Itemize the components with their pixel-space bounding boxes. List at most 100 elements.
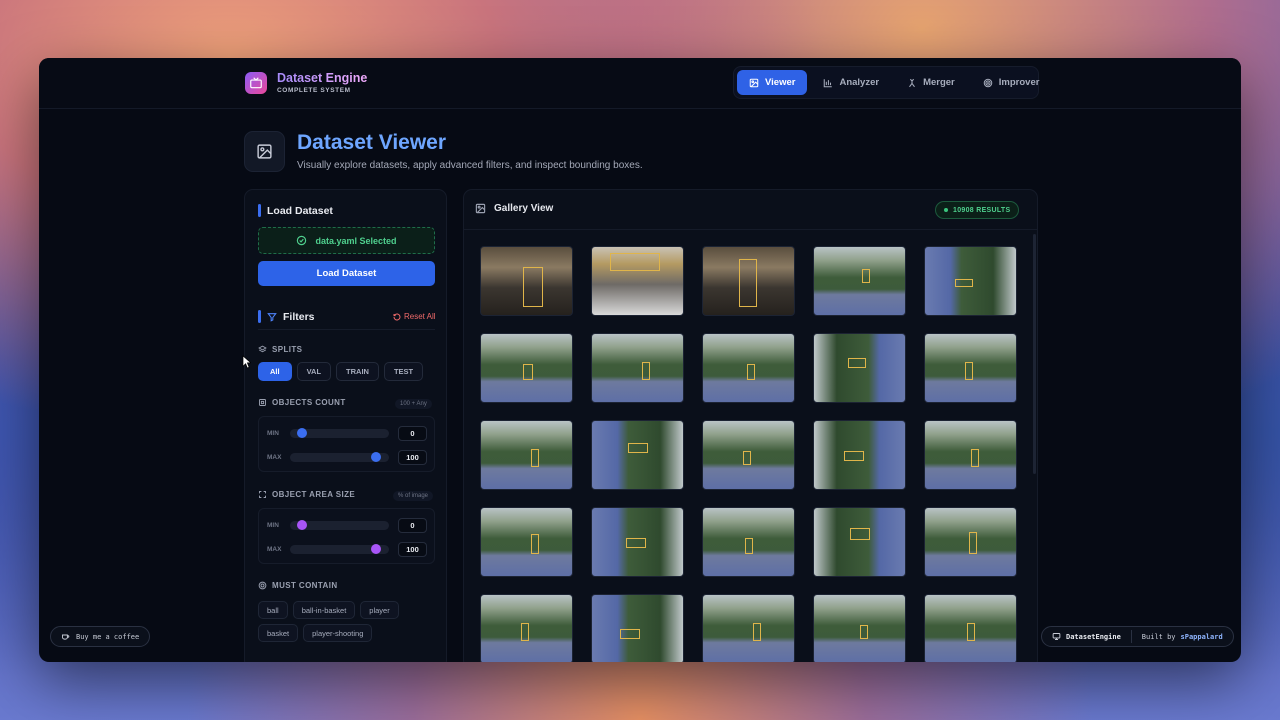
thumbnail[interactable] [480,507,573,577]
author-link[interactable]: sPappalard [1181,633,1223,641]
split-val-chip[interactable]: VAL [296,362,332,381]
thumbnail[interactable] [480,594,573,662]
thumbnail[interactable] [702,246,795,316]
top-bar: Dataset Engine COMPLETE SYSTEM Viewer An… [39,58,1241,109]
class-tag[interactable]: basket [258,624,299,642]
tab-viewer-label: Viewer [765,77,796,88]
tab-analyzer[interactable]: Analyzer [811,70,891,95]
objects-max-slider[interactable] [290,451,389,462]
slider-handle[interactable] [371,543,381,554]
thumbnail[interactable] [591,246,684,316]
slider-handle[interactable] [371,451,381,462]
target-icon [983,78,993,87]
app-name-link[interactable]: DatasetEngine [1042,626,1131,647]
objects-min-slider[interactable] [290,427,389,438]
filter-icon [267,312,277,322]
thumbnail[interactable] [702,420,795,490]
thumbnail[interactable] [702,594,795,662]
area-min-input[interactable]: 0 [398,517,427,533]
thumbnail[interactable] [924,420,1017,490]
thumbnail[interactable] [924,246,1017,316]
accent-bar [258,310,261,323]
tab-merger-label: Merger [923,77,955,88]
object-area-label: OBJECT AREA SIZE [258,490,355,499]
area-max-slider[interactable] [290,543,389,554]
load-dataset-title: Load Dataset [267,204,333,217]
thumbnail[interactable] [480,246,573,316]
buy-coffee-button[interactable]: Buy me a coffee [50,626,151,647]
splits-selector: All VAL TRAIN TEST [258,362,424,381]
page-title: Dataset Viewer [297,131,447,154]
class-tag[interactable]: ball-in-basket [292,601,356,619]
thumbnail[interactable] [813,507,906,577]
buy-coffee-label: Buy me a coffee [76,632,140,641]
objects-min-input[interactable]: 0 [398,425,427,441]
gallery-scrollbar[interactable] [1033,234,1036,474]
thumbnail[interactable] [813,594,906,662]
target-icon [258,581,267,590]
tab-analyzer-label: Analyzer [839,77,880,88]
objects-max-input[interactable]: 100 [398,449,427,465]
tab-improver[interactable]: Improver [971,70,1052,95]
class-tag[interactable]: ball [258,601,288,619]
class-tags: ball ball-in-basket player basket player… [258,601,438,642]
class-tag[interactable]: player-shooting [303,624,373,642]
app-window: Dataset Engine COMPLETE SYSTEM Viewer An… [39,58,1241,662]
split-test-chip[interactable]: TEST [383,362,424,381]
must-contain-label: MUST CONTAIN [258,581,338,590]
objects-count-label: OBJECTS COUNT [258,398,346,407]
area-max-input[interactable]: 100 [398,541,427,557]
thumbnail[interactable] [813,246,906,316]
divider [258,329,435,330]
box-icon [259,399,266,406]
brand-subtitle: COMPLETE SYSTEM [277,87,351,94]
thumbnail[interactable] [591,333,684,403]
thumbnail[interactable] [702,333,795,403]
tab-improver-label: Improver [998,77,1040,88]
class-tag[interactable]: player [360,601,399,619]
min-label: MIN [267,429,279,437]
built-by-label: Built by [1141,632,1176,641]
thumbnail[interactable] [813,420,906,490]
thumbnail[interactable] [591,420,684,490]
thumbnail[interactable] [813,333,906,403]
max-label: MAX [267,453,282,461]
object-area-range: MIN 0 MAX 100 [258,508,435,564]
object-area-hint: % of image [393,491,434,501]
check-circle-icon [297,235,307,246]
brand[interactable]: Dataset Engine COMPLETE SYSTEM [245,71,367,94]
selected-file-label: data.yaml Selected [315,235,397,246]
thumbnail[interactable] [591,594,684,662]
thumbnail[interactable] [924,333,1017,403]
brand-title: Dataset Engine [277,71,368,85]
thumbnail[interactable] [924,594,1017,662]
splits-label: SPLITS [258,345,302,354]
thumbnail[interactable] [480,420,573,490]
image-icon [749,78,759,87]
thumbnail[interactable] [591,507,684,577]
tv-logo-icon [245,71,267,94]
slider-handle[interactable] [297,519,307,530]
author-credit[interactable]: Built by sPappalard [1132,626,1233,647]
slider-handle[interactable] [297,427,307,438]
split-train-chip[interactable]: TRAIN [336,362,379,381]
file-selected-box[interactable]: data.yaml Selected [258,227,435,254]
status-dot [944,208,948,212]
tab-merger[interactable]: Merger [895,70,967,95]
thumbnail[interactable] [924,507,1017,577]
gallery-header: Gallery View 10908 RESULTS [464,190,1037,230]
accent-bar [258,204,261,217]
thumbnail[interactable] [702,507,795,577]
load-dataset-button[interactable]: Load Dataset [258,261,435,286]
load-dataset-heading: Load Dataset [258,204,333,217]
split-all-chip[interactable]: All [258,362,292,381]
filters-sidebar: Load Dataset data.yaml Selected Load Dat… [244,189,447,662]
reset-all-button[interactable]: Reset All [393,312,436,321]
tab-viewer[interactable]: Viewer [737,70,808,95]
page-subtitle: Visually explore datasets, apply advance… [297,160,643,171]
filters-heading: Filters [258,310,315,323]
monitor-icon [1052,633,1061,640]
reset-all-label: Reset All [404,312,436,321]
thumbnail[interactable] [480,333,573,403]
area-min-slider[interactable] [290,519,389,530]
